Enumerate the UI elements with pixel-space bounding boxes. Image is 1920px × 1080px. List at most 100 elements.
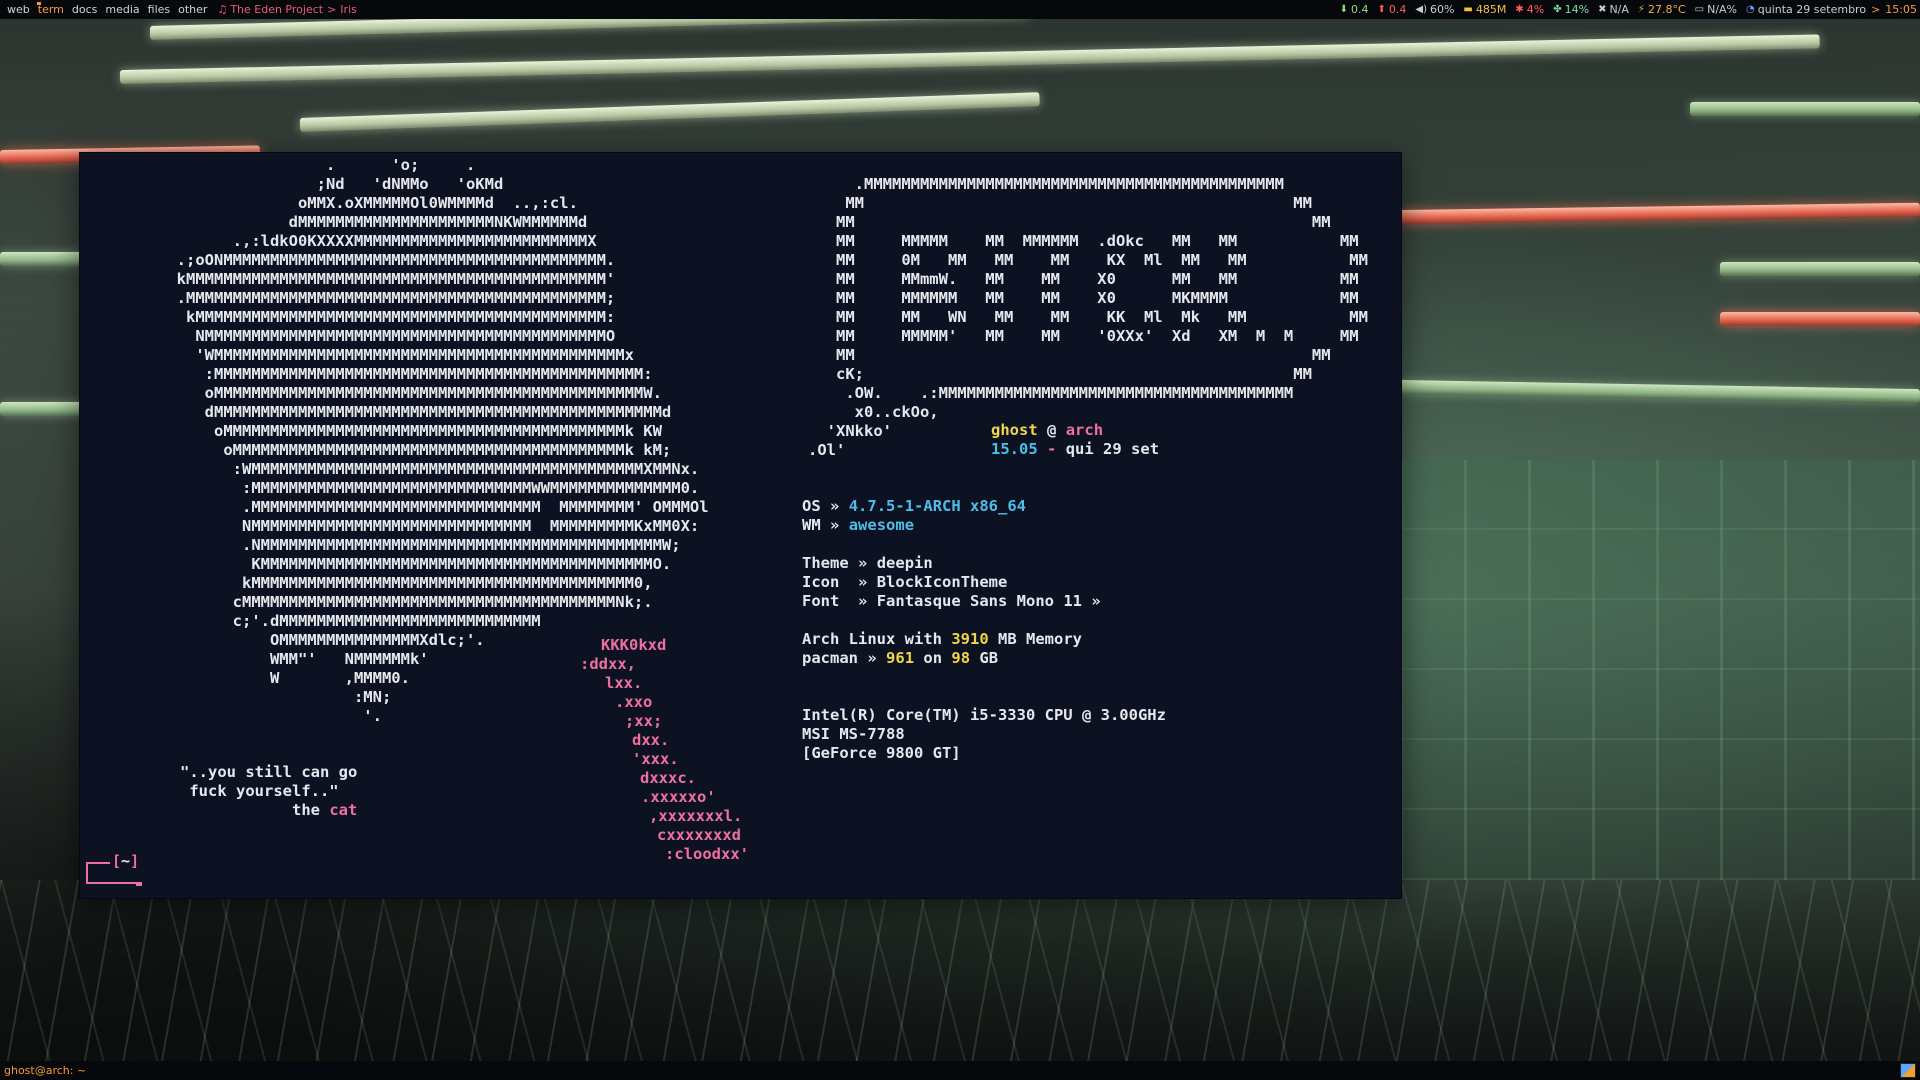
prompt-directory: [~] — [112, 852, 139, 870]
volume-widget[interactable]: ◀) 60% — [1415, 3, 1454, 16]
cpu-widget[interactable]: ✱ 4% — [1515, 3, 1544, 16]
cat-art-line: kMMMMMMMMMMMMMMMMMMMMMMMMMMMMMMMMMMMMMMM… — [130, 308, 616, 326]
cat-tail-line: KKK0kxd — [601, 636, 667, 654]
cat-tail-line: dxx. — [632, 731, 670, 749]
pacman-unit: GB — [979, 649, 999, 667]
net-up-value: 0.4 — [1388, 3, 1407, 16]
logo-art-line: MM MMMMMM MM MM X0 MKMMMM MM — [780, 289, 1359, 307]
clock-time[interactable]: 15:05 — [1885, 3, 1917, 16]
now-playing-title: Iris — [340, 3, 357, 16]
logo-art-line: MM MMmmW. MM MM X0 MM MM MM — [780, 270, 1359, 288]
cat-art-line: oMMMMMMMMMMMMMMMMMMMMMMMMMMMMMMMMMMMMMMM… — [130, 441, 672, 459]
username: ghost — [991, 421, 1038, 439]
user-host-line: ghost @ arch 15.05 - qui 29 set — [991, 421, 1159, 459]
info-arrow: » — [858, 592, 868, 610]
logo-art-line: cK; MM — [780, 365, 1312, 383]
tag-web[interactable]: web — [3, 3, 34, 16]
tag-other[interactable]: other — [174, 3, 211, 16]
cat-tail-line: ,xxxxxxxl. — [649, 807, 743, 825]
logo-art-line: .MMMMMMMMMMMMMMMMMMMMMMMMMMMMMMMMMMMMMMM… — [780, 175, 1284, 193]
now-playing[interactable]: ♫ The Eden Project > Iris — [217, 3, 356, 16]
logo-art-line: MM 0M MM MM MM KX Ml MM MM MM — [780, 251, 1368, 269]
cat-art-line: dMMMMMMMMMMMMMMMMMMMMMNKWMMMMMMd — [130, 213, 588, 231]
cat-quote: "..you still can go fuck yourself.." the… — [180, 763, 357, 820]
arrow-up-icon: ⬆ — [1377, 4, 1386, 15]
logo-art-line: MM MM — [780, 213, 1331, 231]
cat-tail-line: lxx. — [605, 674, 643, 692]
cat-tail-line: :cloodxx' — [665, 845, 749, 863]
network-widget[interactable]: ✖ N/A — [1598, 3, 1629, 16]
logo-art-line: x0..ckOo, — [780, 403, 939, 421]
systray-icon[interactable] — [1900, 1063, 1916, 1078]
net-down-widget[interactable]: ⬇ 0.4 — [1340, 3, 1369, 16]
temperature-value: 27.8°C — [1647, 3, 1686, 16]
board-info: MSI MS-7788 — [802, 725, 905, 743]
date-text: qui 29 set — [1065, 440, 1160, 458]
hostname: arch — [1065, 421, 1104, 439]
font-value: Fantasque Sans Mono 11 » — [876, 592, 1101, 610]
cat-art-line: NMMMMMMMMMMMMMMMMMMMMMMMMMMMMMMMMMMMMMMM… — [130, 327, 616, 345]
logo-art-line: MM MMMMM MM MMMMMM .dOkc MM MM MM — [780, 232, 1359, 250]
taskbar-item-terminal[interactable]: ghost@arch: ~ — [4, 1064, 86, 1077]
memory-value: 485M — [1475, 3, 1507, 16]
cat-art-line: .NMMMMMMMMMMMMMMMMMMMMMMMMMMMMMMMMMMMMMM… — [130, 536, 681, 554]
cat-art-line: . 'o; . — [130, 156, 476, 174]
music-note-icon: ♫ — [217, 3, 228, 16]
info-arrow: » — [867, 649, 877, 667]
cat-art-line: c;'.dMMMMMMMMMMMMMMMMMMMMMMMMMMMM — [130, 612, 550, 630]
logo-art-line: MM MM — [780, 346, 1331, 364]
tag-media[interactable]: media — [101, 3, 143, 16]
temperature-widget[interactable]: ⚡ 27.8°C — [1638, 3, 1686, 16]
ceiling-light-beam — [1399, 202, 1920, 224]
arch-logo-ascii-art: .MMMMMMMMMMMMMMMMMMMMMMMMMMMMMMMMMMMMMMM… — [780, 175, 1368, 460]
speaker-icon: ◀) — [1415, 4, 1427, 15]
info-arrow: » — [858, 573, 868, 591]
cat-art-line: oMMMMMMMMMMMMMMMMMMMMMMMMMMMMMMMMMMMMMMM… — [130, 384, 662, 402]
icon-theme-label: Icon — [802, 573, 849, 591]
tag-files[interactable]: files — [144, 3, 174, 16]
clock-text: 15.05 — [991, 440, 1038, 458]
battery-icon: ▭ — [1694, 4, 1705, 15]
terminal-window[interactable]: . 'o; . ;Nd 'dNMMo 'oKMd oMMX.oXMMMMMOl0… — [80, 153, 1401, 898]
ceiling-light-beam — [1720, 312, 1920, 326]
cat-art-line: dMMMMMMMMMMMMMMMMMMMMMMMMMMMMMMMMMMMMMMM… — [130, 403, 672, 421]
battery-widget[interactable]: ▭ N/A% — [1695, 3, 1737, 16]
fan-widget[interactable]: ✤ 14% — [1553, 3, 1589, 16]
memory-suffix: MB Memory — [998, 630, 1082, 648]
logo-art-line: .OW. .:MMMMMMMMMMMMMMMMMMMMMMMMMMMMMMMMM… — [780, 384, 1294, 402]
ceiling-light-beam — [1399, 380, 1920, 404]
top-panel: web term docs media files other ♫ The Ed… — [0, 0, 1920, 19]
cat-tail-line: 'xxx. — [632, 750, 679, 768]
pacman-count: 961 — [886, 649, 915, 667]
cat-tail-line: dxxxc. — [640, 769, 696, 787]
date-widget[interactable]: ◔ quinta 29 setembro — [1746, 3, 1866, 16]
net-up-widget[interactable]: ⬆ 0.4 — [1377, 3, 1406, 16]
pacman-on: on — [923, 649, 943, 667]
wm-label: WM — [802, 516, 821, 534]
cat-art-line: .;oONMMMMMMMMMMMMMMMMMMMMMMMMMMMMMMMMMMM… — [130, 251, 616, 269]
thermometer-icon: ⚡ — [1637, 4, 1645, 15]
font-label: Font — [802, 592, 849, 610]
logo-art-line: MM MM — [780, 194, 1312, 212]
memory-amount: 3910 — [951, 630, 989, 648]
wm-value: awesome — [848, 516, 915, 534]
prompt-dir: ~ — [121, 852, 131, 870]
cpu-info: Intel(R) Core(TM) i5-3330 CPU @ 3.00GHz — [802, 706, 1166, 724]
gpu-info: [GeForce 9800 GT] — [802, 744, 961, 762]
user-at: @ — [1047, 421, 1057, 439]
info-arrow: » — [830, 516, 840, 534]
clock-separator: > — [1871, 3, 1881, 16]
ceiling-light-beam — [1690, 102, 1920, 116]
cat-art-line: .MMMMMMMMMMMMMMMMMMMMMMMMMMMMMMMMMMMMMMM… — [130, 289, 616, 307]
bottom-panel: ghost@arch: ~ — [0, 1061, 1920, 1080]
tag-docs[interactable]: docs — [68, 3, 102, 16]
theme-label: Theme — [802, 554, 849, 572]
network-value: N/A — [1609, 3, 1629, 16]
memory-widget[interactable]: ▬ 485M — [1463, 3, 1506, 16]
prompt-bracket-close: ] — [130, 852, 140, 870]
os-label: OS — [802, 497, 821, 515]
prompt-bracket-open: [ — [112, 852, 122, 870]
tag-term[interactable]: term — [34, 2, 68, 16]
cat-art-line: :WMMMMMMMMMMMMMMMMMMMMMMMMMMMMMMMMMMMMMM… — [130, 460, 700, 478]
arrow-down-icon: ⬇ — [1339, 4, 1348, 15]
